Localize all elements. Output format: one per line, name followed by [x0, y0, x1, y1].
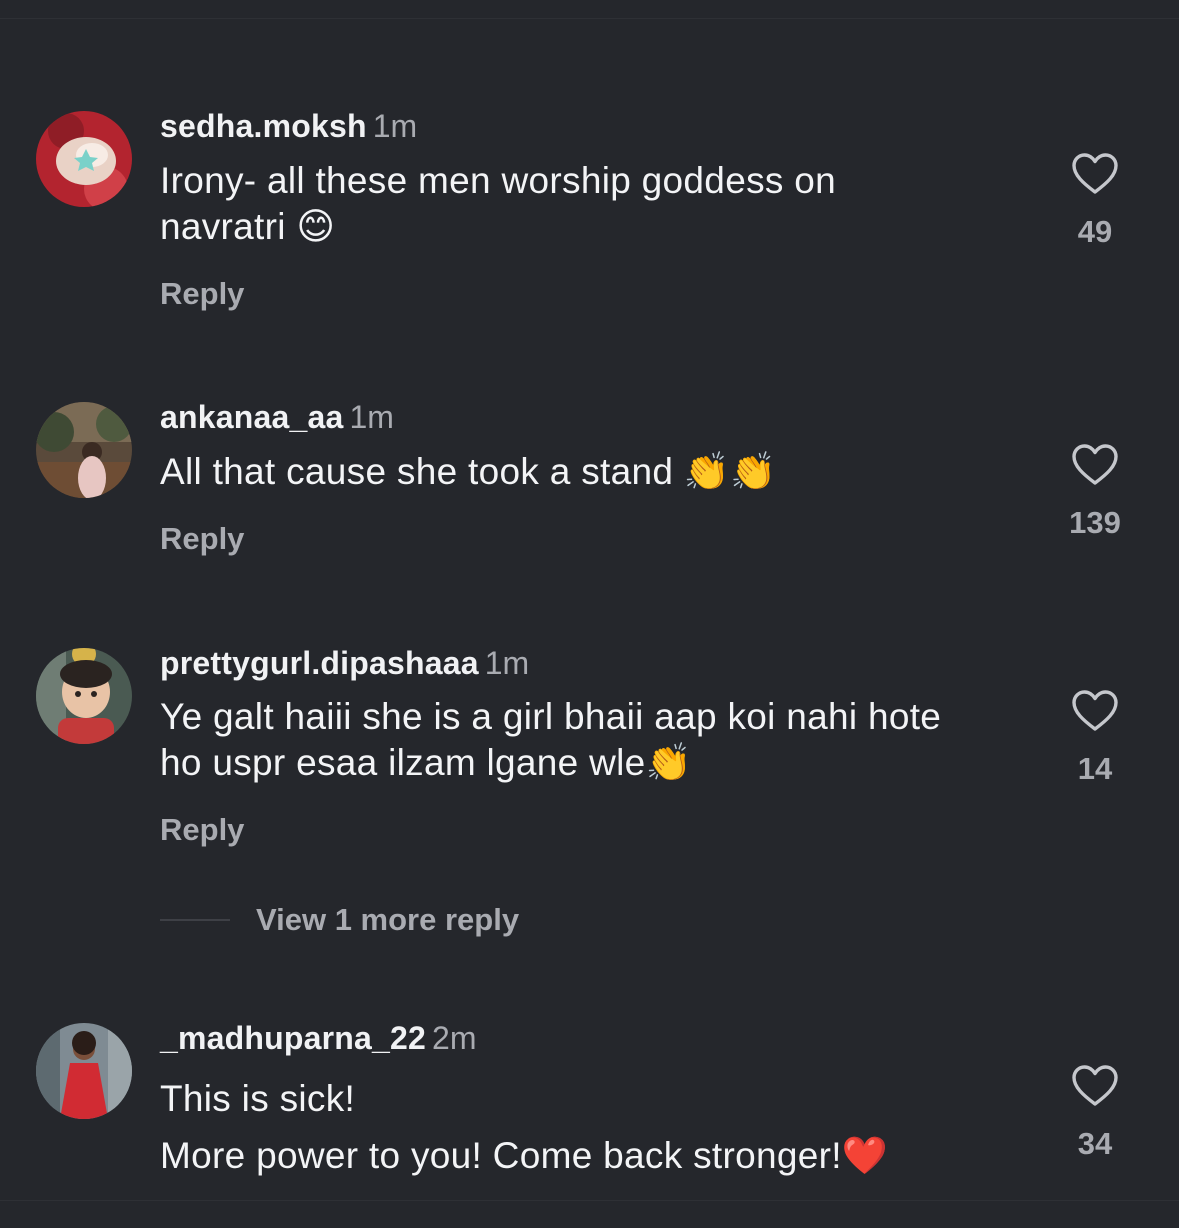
- like-count: 139: [1069, 505, 1121, 540]
- view-more-replies-label: View 1 more reply: [256, 902, 520, 937]
- reply-thread-line: [160, 919, 230, 921]
- comment-header: ankanaa_aa 1m: [160, 397, 394, 437]
- reply-button[interactable]: Reply: [160, 276, 244, 312]
- comment-text: Ye galt haiii she is a girl bhaii aap ko…: [160, 694, 1040, 786]
- username[interactable]: _madhuparna_22: [160, 1020, 426, 1056]
- like-count: 34: [1077, 1126, 1113, 1161]
- timestamp: 1m: [349, 399, 394, 435]
- timestamp: 1m: [372, 108, 418, 144]
- comment-header: sedha.moksh 1m: [160, 106, 417, 146]
- username[interactable]: prettygurl.dipashaaa: [160, 645, 479, 681]
- comment-text-line: Irony- all these men worship goddess on: [160, 160, 837, 201]
- like-group: 34: [1063, 1064, 1127, 1162]
- bottom-divider: [0, 1200, 1179, 1201]
- comment-text: This is sick! More power to you! Come ba…: [160, 1070, 1040, 1184]
- comment-text-line: All that cause she took a stand 👏👏: [160, 451, 777, 492]
- comment-text-line: More power to you! Come back stronger!❤️: [160, 1135, 889, 1176]
- timestamp: 1m: [484, 645, 530, 681]
- comment-text-line: ho uspr esaa ilzam lgane wle👏: [160, 742, 692, 783]
- avatar[interactable]: [36, 648, 132, 744]
- view-more-replies-button[interactable]: View 1 more reply: [160, 900, 519, 940]
- reply-button[interactable]: Reply: [160, 521, 244, 557]
- comment-header: _madhuparna_22 2m: [160, 1018, 476, 1058]
- avatar[interactable]: [36, 402, 132, 498]
- comment-header: prettygurl.dipashaaa 1m: [160, 643, 529, 683]
- like-group: 14: [1063, 689, 1127, 787]
- comment-text-line: This is sick!: [160, 1078, 356, 1119]
- comment-text-line: navratri 😊: [160, 206, 336, 247]
- username[interactable]: sedha.moksh: [160, 108, 367, 144]
- comment-text: Irony- all these men worship goddess on …: [160, 158, 1040, 250]
- heart-outline-icon[interactable]: [1063, 1064, 1127, 1108]
- top-divider: [0, 18, 1179, 19]
- comment-text-line: Ye galt haiii she is a girl bhaii aap ko…: [160, 696, 942, 737]
- like-count: 49: [1077, 214, 1113, 249]
- like-group: 139: [1063, 443, 1127, 541]
- heart-outline-icon[interactable]: [1063, 689, 1127, 733]
- reply-button[interactable]: Reply: [160, 812, 244, 848]
- avatar[interactable]: [36, 111, 132, 207]
- heart-outline-icon[interactable]: [1063, 443, 1127, 487]
- comment-text: All that cause she took a stand 👏👏: [160, 449, 1040, 495]
- like-group: 49: [1063, 152, 1127, 250]
- like-count: 14: [1077, 751, 1113, 786]
- timestamp: 2m: [432, 1020, 477, 1056]
- avatar[interactable]: [36, 1023, 132, 1119]
- heart-outline-icon[interactable]: [1063, 152, 1127, 196]
- username[interactable]: ankanaa_aa: [160, 399, 343, 435]
